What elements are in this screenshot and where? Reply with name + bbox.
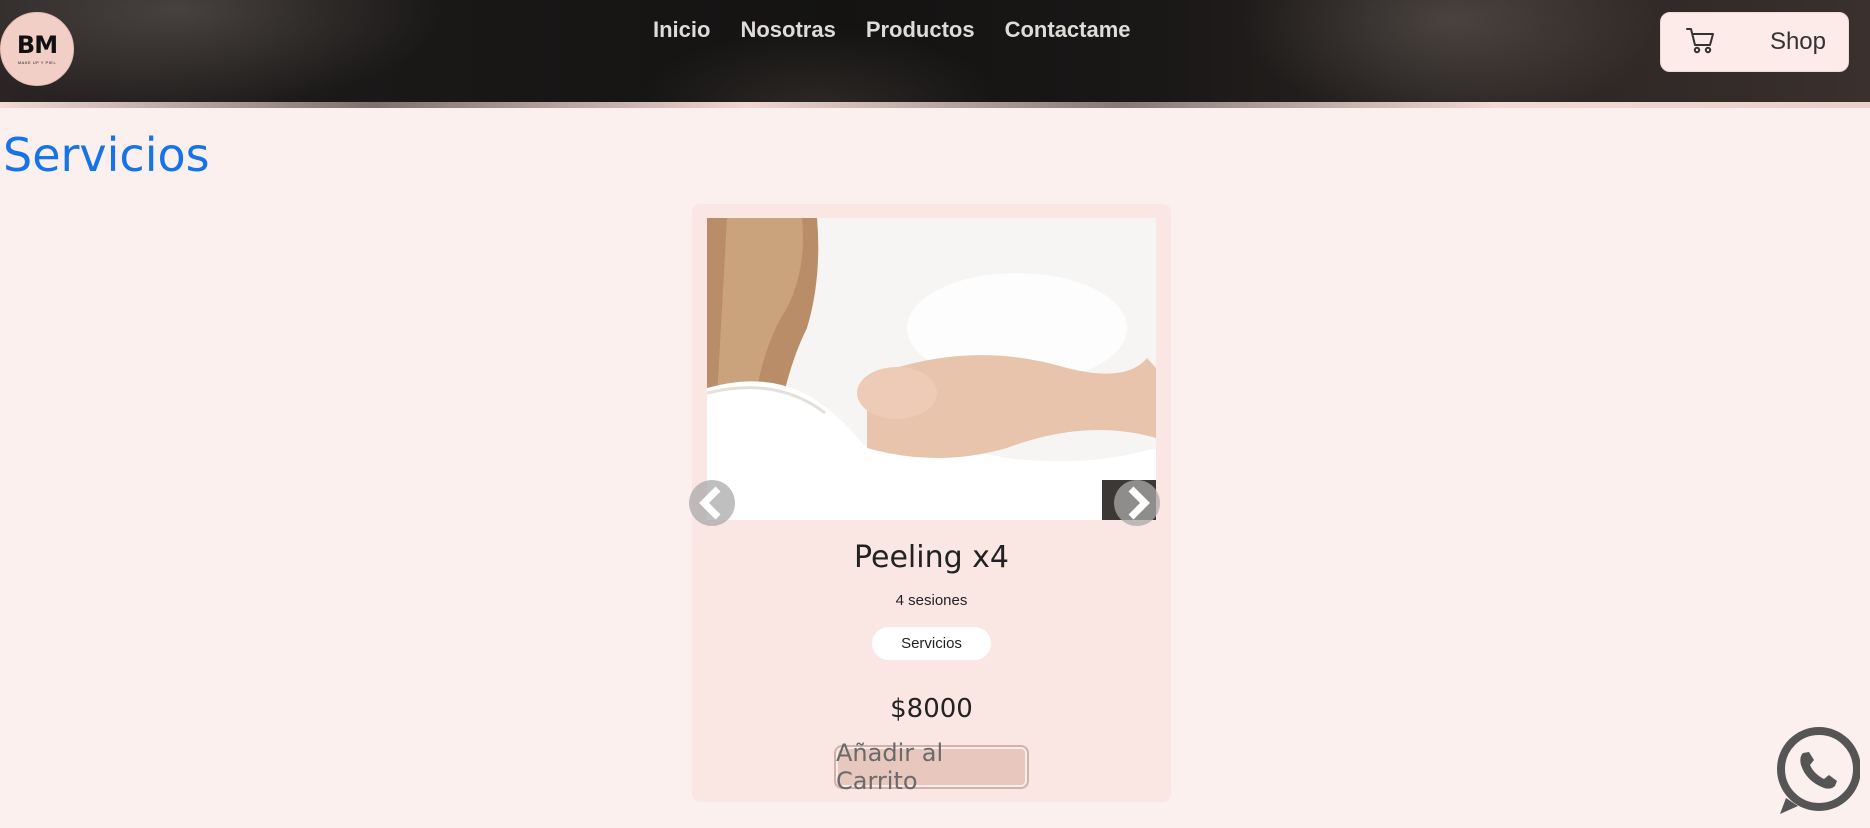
page-title: Servicios [3,128,210,182]
shop-label: Shop [1769,28,1826,55]
site-header: BM MAKE UP Y PIEL Inicio Nosotras Produc… [0,0,1870,108]
logo-subtitle: MAKE UP Y PIEL [17,60,57,65]
product-photo [707,218,1156,520]
nav-link-nosotras[interactable]: Nosotras [740,17,835,43]
product-name: Peeling x4 [853,540,1010,575]
cart-icon [1685,26,1715,59]
carousel-next-button[interactable] [1114,480,1160,526]
product-card: Peeling x4 4 sesiones Servicios $8000 Añ… [689,204,1171,802]
product-image-carousel[interactable] [707,218,1156,520]
nav-link-contactame[interactable]: Contactame [1005,17,1131,43]
add-to-cart-button[interactable]: Añadir al Carrito [834,739,1029,795]
shop-button[interactable]: Shop [1660,12,1849,72]
brand-logo[interactable]: BM MAKE UP Y PIEL [0,12,74,86]
nav-link-inicio[interactable]: Inicio [653,17,710,43]
main-nav: Inicio Nosotras Productos Contactame [653,17,1131,43]
logo-mark: BM [16,31,58,59]
whatsapp-icon [1777,727,1861,814]
chevron-left-icon [699,486,721,520]
whatsapp-button[interactable] [1774,726,1861,816]
product-price: $8000 [890,694,973,724]
chevron-right-icon [1128,486,1150,520]
product-description: 4 sesiones [895,592,968,609]
category-badge: Servicios [872,627,991,660]
carousel-prev-button[interactable] [689,480,735,526]
nav-link-productos[interactable]: Productos [866,17,975,43]
